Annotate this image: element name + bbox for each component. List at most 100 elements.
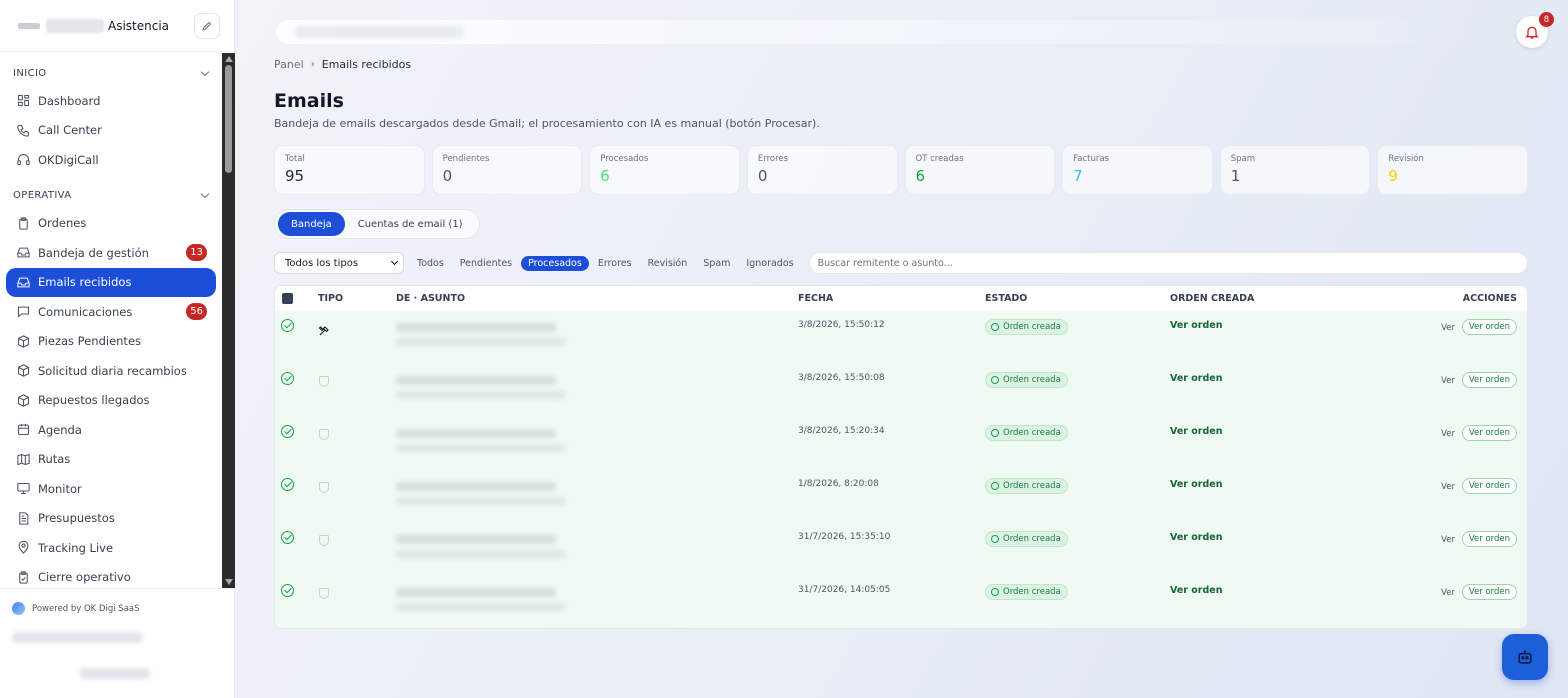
sidebar-item-rutas[interactable]: Rutas bbox=[6, 445, 216, 475]
header-acciones: ACCIONES bbox=[1462, 293, 1517, 304]
sidebar-item-comunicaciones[interactable]: Comunicaciones 56 bbox=[6, 297, 216, 327]
section-title-inicio[interactable]: INICIO bbox=[0, 60, 222, 86]
table-row[interactable]: 3/8/2026, 15:20:34 Orden creada Ver orden V… bbox=[275, 417, 1527, 470]
search-placeholder: Buscar remitente o asunto... bbox=[817, 257, 953, 269]
ver-orden-button[interactable]: Ver orden bbox=[1461, 319, 1517, 335]
user-name-redacted bbox=[12, 632, 142, 643]
sidebar-item-tracking-live[interactable]: Tracking Live bbox=[6, 533, 216, 563]
filter-chip-revisión[interactable]: Revisión bbox=[641, 256, 695, 271]
sender-redacted bbox=[396, 429, 556, 438]
sidebar-item-okdigicall[interactable]: OKDigiCall bbox=[6, 145, 216, 175]
map-icon bbox=[17, 453, 30, 465]
status-badge-label: Orden creada bbox=[1003, 375, 1061, 385]
ver-orden-button[interactable]: Ver orden bbox=[1461, 425, 1517, 441]
breadcrumb-root[interactable]: Panel bbox=[274, 58, 304, 71]
sidebar-item-repuestos-llegados[interactable]: Repuestos llegados bbox=[6, 386, 216, 416]
sidebar-item-label: OKDigiCall bbox=[38, 152, 99, 167]
order-link[interactable]: Ver orden bbox=[1170, 585, 1223, 596]
sidebar-item-bandeja-de-gesti-n[interactable]: Bandeja de gestión 13 bbox=[6, 238, 216, 268]
ver-button[interactable]: Ver bbox=[1441, 482, 1455, 492]
ver-button[interactable]: Ver bbox=[1441, 323, 1455, 333]
message-icon bbox=[17, 306, 30, 318]
ver-orden-button[interactable]: Ver orden bbox=[1461, 478, 1517, 494]
order-link[interactable]: Ver orden bbox=[1170, 373, 1223, 384]
sidebar-item-label: Tracking Live bbox=[38, 540, 114, 555]
sidebar-item-label: Agenda bbox=[38, 422, 82, 437]
scrollbar-thumb[interactable] bbox=[225, 65, 232, 173]
sidebar-item-solicitud-diaria-recambios[interactable]: Solicitud diaria recambios bbox=[6, 356, 216, 386]
sidebar-item-monitor[interactable]: Monitor bbox=[6, 474, 216, 504]
sidebar-item-presupuestos[interactable]: Presupuestos bbox=[6, 504, 216, 534]
row-check-icon[interactable] bbox=[281, 584, 294, 597]
inbox-icon bbox=[17, 277, 30, 288]
bell-icon bbox=[1525, 26, 1539, 39]
table-row[interactable]: 1/8/2026, 8:20:08 Orden creada Ver orden Ve… bbox=[275, 470, 1527, 523]
notifications-button[interactable]: 8 bbox=[1516, 12, 1554, 48]
ver-button[interactable]: Ver bbox=[1441, 429, 1455, 439]
sidebar-item-agenda[interactable]: Agenda bbox=[6, 415, 216, 445]
filter-chip-procesados[interactable]: Procesados bbox=[521, 255, 589, 271]
type-select[interactable]: Todos los tipos bbox=[274, 252, 404, 274]
search-input[interactable]: Buscar remitente o asunto... bbox=[808, 252, 1528, 274]
order-link[interactable]: Ver orden bbox=[1170, 532, 1223, 543]
section-title-operativa[interactable]: OPERATIVA bbox=[0, 183, 222, 209]
sidebar-item-label: Repuestos llegados bbox=[38, 393, 150, 408]
ver-orden-button[interactable]: Ver orden bbox=[1461, 531, 1517, 547]
row-check-icon[interactable] bbox=[281, 319, 294, 332]
assistant-bot-button[interactable] bbox=[1502, 634, 1548, 680]
filter-chip-ignorados[interactable]: Ignorados bbox=[739, 256, 800, 271]
shield-icon bbox=[319, 588, 329, 599]
sidebar-item-cierre-operativo[interactable]: Cierre operativo bbox=[6, 563, 216, 589]
table-row[interactable]: 3/8/2026, 15:50:12 Orden creada Ver orden V… bbox=[275, 311, 1527, 364]
tab-bandeja[interactable]: Bandeja bbox=[278, 212, 345, 236]
stats-row: Total 95 Pendientes 0 Procesados 6 Errores 0 OT … bbox=[274, 145, 1528, 195]
filter-chip-todos[interactable]: Todos bbox=[410, 256, 451, 271]
status-badge: Orden creada bbox=[985, 425, 1068, 441]
ver-button[interactable]: Ver bbox=[1441, 535, 1455, 545]
stat-label: Total bbox=[285, 154, 305, 164]
tools-icon bbox=[318, 322, 330, 341]
scroll-down-arrow[interactable] bbox=[225, 579, 233, 585]
row-check-icon[interactable] bbox=[281, 478, 294, 491]
stat-card-procesados: Procesados 6 bbox=[589, 145, 740, 195]
tab-cuentas-email[interactable]: Cuentas de email (1) bbox=[345, 212, 476, 236]
sidebar: Asistencia INICIO Dashboard Call Center OKD… bbox=[0, 0, 235, 698]
filter-chip-errores[interactable]: Errores bbox=[591, 256, 639, 271]
edit-button[interactable] bbox=[194, 13, 220, 39]
received-date: 31/7/2026, 15:35:10 bbox=[798, 532, 891, 542]
sidebar-item-dashboard[interactable]: Dashboard bbox=[6, 86, 216, 116]
powered-by: Powered by OK Digi SaaS bbox=[0, 588, 235, 615]
sidebar-item-label: Presupuestos bbox=[38, 511, 115, 526]
shield-icon bbox=[319, 482, 329, 493]
check-circle-icon bbox=[991, 588, 999, 596]
shield-icon bbox=[319, 429, 329, 440]
ver-button[interactable]: Ver bbox=[1441, 588, 1455, 598]
stat-value: 1 bbox=[1230, 167, 1241, 185]
sidebar-item-emails-recibidos[interactable]: Emails recibidos bbox=[6, 267, 216, 297]
received-date: 31/7/2026, 14:05:05 bbox=[798, 585, 891, 595]
order-link[interactable]: Ver orden bbox=[1170, 479, 1223, 490]
sidebar-item-ordenes[interactable]: Ordenes bbox=[6, 209, 216, 239]
sender-redacted bbox=[396, 588, 556, 597]
ver-orden-button[interactable]: Ver orden bbox=[1461, 372, 1517, 388]
scroll-up-arrow[interactable] bbox=[225, 56, 233, 62]
ver-button[interactable]: Ver bbox=[1441, 376, 1455, 386]
filter-chip-spam[interactable]: Spam bbox=[696, 256, 737, 271]
table-row[interactable]: 3/8/2026, 15:50:08 Orden creada Ver orden V… bbox=[275, 364, 1527, 417]
row-check-icon[interactable] bbox=[281, 531, 294, 544]
status-badge: Orden creada bbox=[985, 531, 1068, 547]
ver-orden-button[interactable]: Ver orden bbox=[1461, 584, 1517, 600]
order-link[interactable]: Ver orden bbox=[1170, 320, 1223, 331]
order-link[interactable]: Ver orden bbox=[1170, 426, 1223, 437]
sidebar-item-call-center[interactable]: Call Center bbox=[6, 116, 216, 146]
filter-chip-pendientes[interactable]: Pendientes bbox=[453, 256, 519, 271]
select-all-checkbox[interactable] bbox=[282, 293, 293, 304]
sidebar-scrollbar[interactable] bbox=[222, 53, 235, 588]
row-check-icon[interactable] bbox=[281, 372, 294, 385]
row-check-icon[interactable] bbox=[281, 425, 294, 438]
notifications-badge: 8 bbox=[1539, 12, 1554, 27]
received-date: 3/8/2026, 15:50:12 bbox=[798, 320, 885, 330]
table-row[interactable]: 31/7/2026, 14:05:05 Orden creada Ver orden… bbox=[275, 576, 1527, 628]
sidebar-item-piezas-pendientes[interactable]: Piezas Pendientes bbox=[6, 327, 216, 357]
table-row[interactable]: 31/7/2026, 15:35:10 Orden creada Ver orden… bbox=[275, 523, 1527, 576]
